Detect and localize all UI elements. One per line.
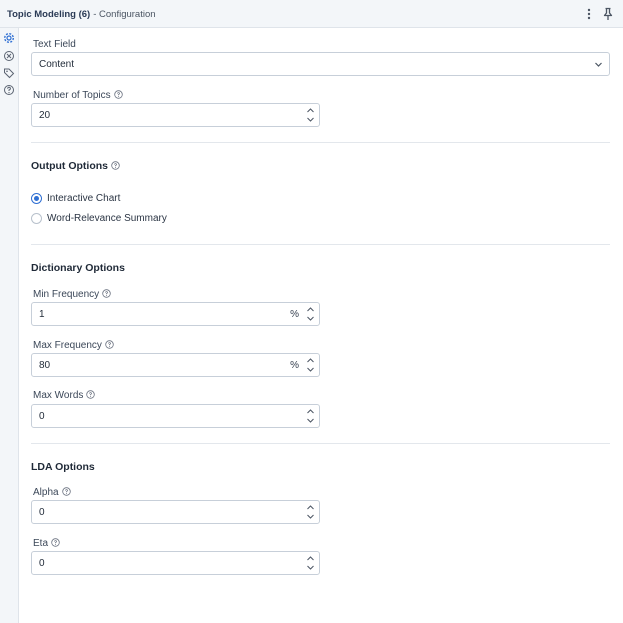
output-options-heading-text: Output Options: [31, 160, 108, 172]
section-divider: [31, 244, 610, 245]
radio-interactive-chart[interactable]: [31, 193, 42, 204]
stepper-icon[interactable]: [305, 305, 316, 323]
radio-interactive-chart-label[interactable]: Interactive Chart: [47, 193, 120, 204]
stepper-icon[interactable]: [305, 503, 316, 521]
text-field-label: Text Field: [33, 39, 76, 50]
section-divider: [31, 142, 610, 143]
text-field-value: Content: [39, 59, 75, 70]
max-frequency-input[interactable]: 80 %: [31, 353, 320, 377]
num-topics-label-text: Number of Topics: [33, 90, 111, 101]
tag-icon[interactable]: [3, 67, 15, 79]
help-icon[interactable]: [61, 487, 71, 496]
max-words-label: Max Words: [33, 390, 96, 401]
min-frequency-label: Min Frequency: [33, 289, 111, 300]
eta-input[interactable]: 0: [31, 551, 320, 575]
help-icon[interactable]: [113, 90, 123, 99]
stepper-icon[interactable]: [305, 106, 316, 124]
help-icon[interactable]: [105, 340, 114, 349]
gear-icon[interactable]: [3, 32, 15, 44]
section-divider: [31, 443, 610, 444]
max-frequency-value: 80: [39, 360, 51, 371]
question-icon[interactable]: [3, 84, 15, 96]
panel-header: Topic Modeling (6) - Configuration: [0, 0, 623, 28]
panel-subtitle: - Configuration: [93, 9, 156, 20]
percent-unit: %: [290, 360, 299, 371]
lda-options-heading: LDA Options: [31, 461, 95, 473]
dictionary-options-heading: Dictionary Options: [31, 262, 125, 274]
min-frequency-input[interactable]: 1 %: [31, 302, 320, 326]
max-words-label-text: Max Words: [33, 390, 84, 401]
min-frequency-value: 1: [39, 309, 45, 320]
max-words-value: 0: [39, 411, 45, 422]
radio-word-relevance-summary-label[interactable]: Word-Relevance Summary: [47, 213, 167, 224]
pin-icon[interactable]: [602, 7, 614, 21]
help-icon[interactable]: [111, 161, 120, 170]
alpha-label-text: Alpha: [33, 487, 59, 498]
stepper-icon[interactable]: [305, 407, 316, 425]
percent-unit: %: [290, 309, 299, 320]
alpha-label: Alpha: [33, 487, 71, 498]
eta-label-text: Eta: [33, 538, 49, 549]
alpha-input[interactable]: 0: [31, 500, 320, 524]
output-options-heading: Output Options: [31, 160, 120, 172]
max-words-input[interactable]: 0: [31, 404, 320, 428]
max-frequency-label: Max Frequency: [33, 340, 114, 351]
stepper-icon[interactable]: [305, 356, 316, 374]
panel-title: Topic Modeling (6) - Configuration: [7, 9, 156, 20]
tool-name: Topic Modeling (6): [7, 9, 91, 20]
side-rail: [0, 28, 19, 623]
stepper-icon[interactable]: [305, 554, 316, 572]
help-icon[interactable]: [86, 390, 96, 399]
num-topics-value: 20: [39, 110, 51, 121]
num-topics-label: Number of Topics: [33, 90, 123, 101]
alpha-value: 0: [39, 507, 45, 518]
more-options-icon[interactable]: [583, 7, 595, 21]
help-icon[interactable]: [102, 289, 111, 298]
text-field-select[interactable]: Content: [31, 52, 610, 76]
circle-x-icon[interactable]: [3, 50, 15, 62]
radio-word-relevance-summary[interactable]: [31, 213, 42, 224]
eta-value: 0: [39, 558, 45, 569]
eta-label: Eta: [33, 538, 60, 549]
help-icon[interactable]: [51, 538, 60, 547]
max-frequency-label-text: Max Frequency: [33, 340, 102, 351]
chevron-down-icon: [595, 62, 602, 67]
num-topics-input[interactable]: 20: [31, 103, 320, 127]
min-frequency-label-text: Min Frequency: [33, 289, 100, 300]
